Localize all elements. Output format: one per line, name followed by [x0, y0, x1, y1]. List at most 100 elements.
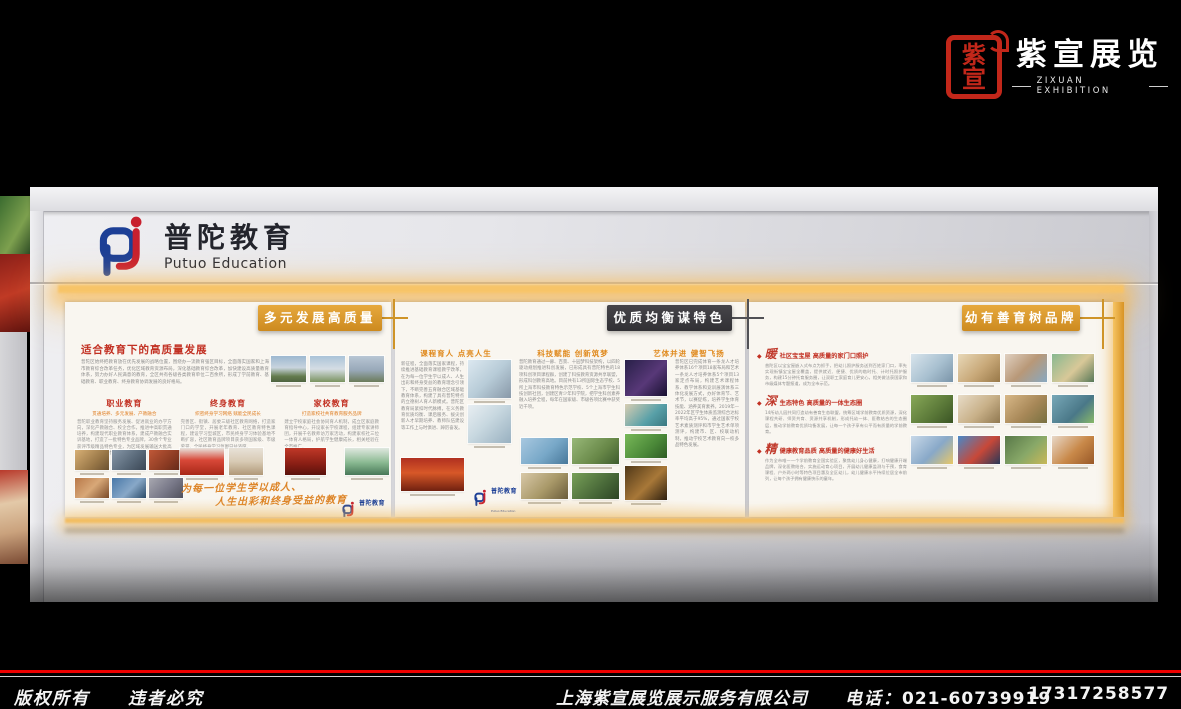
putuo-logo: 普陀教育 Putuo Education: [94, 214, 296, 276]
putuo-name-cn: 普陀教育: [164, 222, 296, 254]
photo-kindergarten: [1052, 436, 1094, 469]
panel-bottom-shadow: [65, 528, 1124, 533]
panel1-columns: 职业教育 贯通培养、多元发展、产教融合 普陀职业教育坚持服务发展、促进就业的办学…: [77, 398, 379, 457]
putuo-pj-icon: [341, 501, 356, 518]
putuo-mini-logo: 普陀教育 Putuo Education: [473, 478, 517, 516]
dash-right: [1149, 86, 1168, 87]
putuo-pj-icon: [473, 489, 488, 506]
footer-company: 上海紫宣展览展示服务有限公司: [556, 684, 808, 709]
footer-phone: 电话：021-60739919: [845, 684, 1051, 709]
panel-early-childhood: ◆ 暖 社区宝宝屋 高质量的家门口照护 普陀区以宝宝屋嵌入式布点为抓手，把幼儿照…: [749, 302, 1113, 517]
putuo-mini-logo: 普陀教育 Putuo Education: [341, 490, 385, 517]
section-header-technology: 科技赋能 创新筑梦: [517, 348, 629, 359]
photo-kindergarten: [958, 395, 1000, 428]
photo-kindergarten: [911, 354, 953, 387]
photo-orchestra: [625, 466, 667, 505]
panel2-arts-photo-column: [625, 360, 667, 505]
bullet-warm-care: ◆ 暖 社区宝宝屋 高质量的家门口照护 普陀区以宝宝屋嵌入式布点为抓手，把幼儿照…: [757, 348, 907, 387]
photo-kindergarten: [1052, 354, 1094, 387]
zixuan-name: 紫宣展览: [1016, 38, 1164, 72]
bullet-marker-icon: ◆: [757, 448, 762, 455]
photo-kindergarten: [1005, 436, 1047, 469]
photo-kindergarten: [1052, 395, 1094, 428]
badge-early-childhood: 幼有善育树品牌: [962, 305, 1080, 331]
zixuan-logo: 紫 宣 紫宣展览 ZIXUAN EXHIBITION: [946, 30, 1168, 104]
photo-outdoor: [521, 473, 568, 504]
footer-phone-label: 电话：: [845, 689, 902, 709]
panel1-slogan-line2: 人生出彩和终身受益的教育: [215, 491, 347, 508]
dash-left: [1012, 86, 1031, 87]
photo-workshop: [75, 478, 109, 503]
edge-fragment-red: [0, 254, 30, 332]
photo-kindergarten: [1005, 354, 1047, 387]
photo-workshop: [149, 450, 183, 475]
footer-violators: 违者必究: [128, 684, 204, 709]
photo-workshop: [112, 450, 146, 475]
bullet-ecosystem: ◆ 深 生态特色 高质量的一体生态圈 14所幼儿园共同打造幼有善育生态联盟，统筹…: [757, 395, 907, 434]
panel-diversified-development: 适合教育下的高质量发展 普陀区始终把教育放在优先发展的战略位置，围绕办一流教育强…: [65, 302, 391, 517]
photo-stage-event: [285, 448, 326, 480]
photo-outdoor: [521, 438, 568, 469]
photo-soccer: [625, 434, 667, 463]
panel3-photo-grid: [911, 354, 1107, 477]
section-body-technology: 普陀教育通过一廊、百景、十园梦科技架构，以四轮驱动规划推进科创发展，已形成具有普…: [519, 360, 620, 434]
photo-audience-wide: [401, 458, 464, 496]
bullet-health: ◆ 精 健康教育品质 高质量的健康好生活 作为全市唯一一个学前教育全国实验区，聚…: [757, 443, 907, 482]
photo-kindergarten: [958, 436, 1000, 469]
panel1-photo-grid: [75, 450, 187, 503]
lightbox-right-gold-edge: [1113, 302, 1124, 517]
putuo-name-en: Putuo Education: [164, 256, 296, 272]
photo-building: [310, 356, 345, 387]
exhibition-render: 紫 宣 紫宣展览 ZIXUAN EXHIBITION 普陀教育 Putuo Ed…: [0, 0, 1181, 709]
footer-red-line: [0, 670, 1181, 673]
putuo-pj-icon: [94, 214, 150, 276]
edge-fragment-green: [0, 196, 30, 254]
exhibition-wall: 普陀教育 Putuo Education 适合教育下的高质量发展 普陀区始终把教…: [30, 187, 1158, 602]
photo-taichi: [229, 448, 263, 480]
photo-building: [271, 356, 306, 387]
badge-connector-line: [382, 317, 408, 319]
wall-left-edge: [30, 211, 44, 602]
panel2-tech-photo-grid: [521, 438, 621, 504]
panel-quality-balance: 课程育人 点亮人生 科技赋能 创新筑梦 艺体并进 健智飞扬 新征程，全面落实国家…: [395, 302, 745, 517]
seal-char-bottom: 宣: [962, 67, 986, 91]
photo-outdoor: [572, 473, 619, 504]
photo-kindergarten: [958, 354, 1000, 387]
badge-cross-line: [1102, 299, 1104, 349]
footer-copyright: 版权所有: [14, 684, 90, 709]
photo-kindergarten: [911, 436, 953, 469]
photo-stage-dark: [625, 360, 667, 401]
photo-kindergarten: [1005, 395, 1047, 428]
lightbox-top-glow: [58, 285, 1124, 293]
photo-workshop: [112, 478, 146, 503]
badge-diversified-development: 多元发展高质量: [258, 305, 382, 331]
section-header-arts-sports: 艺体并进 健智飞扬: [633, 348, 745, 359]
panel1-building-photos: [271, 356, 384, 387]
photo-outdoor: [572, 438, 619, 469]
footer-mobile: 17317258577: [1028, 684, 1169, 704]
panel1-intro: 普陀区始终把教育放在优先发展的战略位置，围绕办一流教育强区目标，全面落实国家和上…: [81, 360, 269, 386]
photo-workshop: [75, 450, 109, 475]
badge-connector-line: [1080, 317, 1115, 319]
badge-cross-line: [393, 299, 395, 349]
zixuan-seal-icon: 紫 宣: [946, 35, 1002, 99]
photo-group-event: [180, 448, 224, 480]
badge-cross-line: [747, 299, 749, 349]
wall-top-ledge: [30, 187, 1158, 212]
bullet-marker-icon: ◆: [757, 400, 762, 407]
photo-building: [349, 356, 384, 387]
header-divider: [30, 282, 1158, 284]
panel1-title: 适合教育下的高质量发展: [81, 342, 208, 357]
edge-fragment-wall: [0, 332, 27, 470]
badge-quality-balance: 优质均衡谋特色: [607, 305, 732, 331]
footer-gray-line: [0, 676, 1181, 677]
photo-classroom-green: [345, 448, 389, 480]
photo-workshop: [149, 478, 183, 503]
section-header-curriculum: 课程育人 点亮人生: [400, 348, 512, 359]
section-body-curriculum: 新征程，全面落实国家课程，持续推进基础教育课程教学改革，在为每一位学生学以成人、…: [401, 362, 464, 454]
photo-dragon-boat: [625, 404, 667, 431]
photo-kindergarten: [911, 395, 953, 428]
section-body-arts-sports: 普陀区已完成体育一条龙人才培养体系16个项目18家布局和艺术一条龙人才培养体系5…: [675, 360, 739, 510]
photo-lab: [468, 405, 511, 448]
zixuan-subtitle: ZIXUAN EXHIBITION: [1012, 76, 1168, 96]
